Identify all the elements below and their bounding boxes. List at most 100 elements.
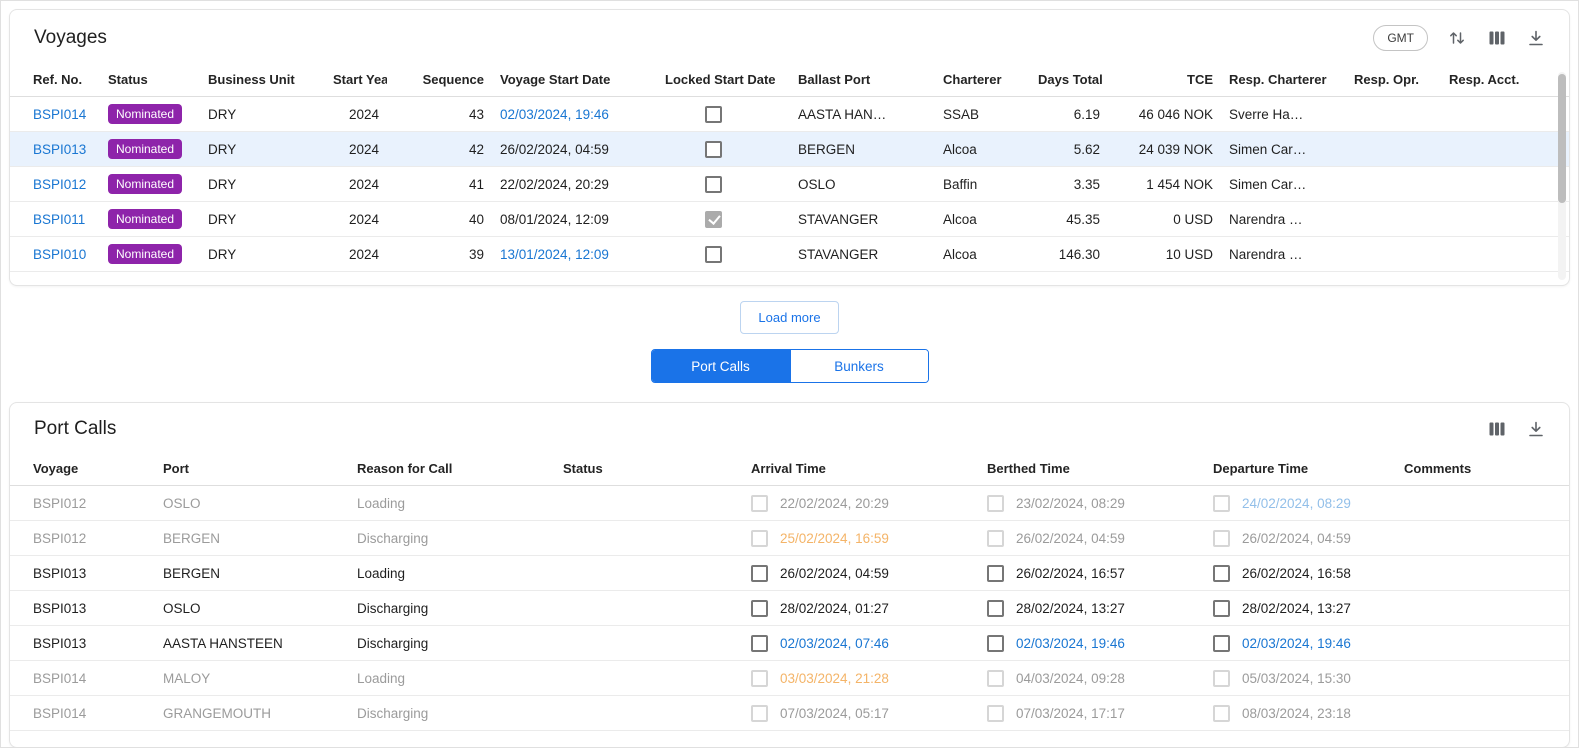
voyages-column-header[interactable]: Charterer	[935, 63, 1030, 97]
voyage-row[interactable]: BSPI014 Nominated DRY 2024 43 02/03/2024…	[10, 97, 1569, 132]
voyages-vertical-scrollbar[interactable]	[1558, 72, 1566, 280]
port-calls-column-header[interactable]: Status	[555, 452, 743, 486]
voyages-column-header[interactable]: Ref. No.	[10, 63, 100, 97]
departure-time[interactable]: 02/03/2024, 19:46	[1242, 636, 1351, 651]
ref-no-link[interactable]: BSPI010	[10, 237, 100, 272]
departure-time[interactable]: 26/02/2024, 04:59	[1242, 531, 1351, 546]
voyages-column-header[interactable]: Voyage Start Date	[492, 63, 657, 97]
departure-time[interactable]: 08/03/2024, 23:18	[1242, 706, 1351, 721]
departure-time-checkbox[interactable]	[1213, 565, 1230, 582]
columns-button[interactable]	[1486, 27, 1508, 49]
arrival-time-checkbox[interactable]	[751, 705, 768, 722]
locked-start-date-checkbox[interactable]	[705, 246, 722, 263]
voyages-column-header[interactable]: Locked Start Date	[657, 63, 790, 97]
arrival-time-checkbox[interactable]	[751, 495, 768, 512]
berthed-time-checkbox[interactable]	[987, 705, 1004, 722]
arrival-time-checkbox[interactable]	[751, 670, 768, 687]
berthed-time[interactable]: 02/03/2024, 19:46	[1016, 636, 1125, 651]
port-calls-column-header[interactable]: Comments	[1396, 452, 1569, 486]
voyages-column-header[interactable]: Resp. Charterer	[1221, 63, 1346, 97]
sort-button[interactable]	[1445, 27, 1469, 49]
locked-start-date-checkbox[interactable]	[705, 211, 722, 228]
departure-time-checkbox[interactable]	[1213, 705, 1230, 722]
arrival-time[interactable]: 28/02/2024, 01:27	[780, 601, 889, 616]
port-call-row[interactable]: BSPI012 BERGEN Discharging 25/02/2024, 1…	[10, 521, 1569, 556]
voyages-column-header[interactable]: Ballast Port	[790, 63, 935, 97]
ref-no-link[interactable]: BSPI014	[10, 97, 100, 132]
arrival-time[interactable]: 26/02/2024, 04:59	[780, 566, 889, 581]
port-calls-column-header[interactable]: Voyage	[10, 452, 155, 486]
berthed-time[interactable]: 26/02/2024, 16:57	[1016, 566, 1125, 581]
voyage-row[interactable]: BSPI011 Nominated DRY 2024 40 08/01/2024…	[10, 202, 1569, 237]
departure-time[interactable]: 05/03/2024, 15:30	[1242, 671, 1351, 686]
port-calls-column-header[interactable]: Arrival Time	[743, 452, 979, 486]
voyages-column-header[interactable]: Resp. Acct.	[1441, 63, 1569, 97]
departure-time-checkbox[interactable]	[1213, 635, 1230, 652]
berthed-time-checkbox[interactable]	[987, 670, 1004, 687]
voyage-start-date[interactable]: 26/02/2024, 04:59	[500, 142, 609, 157]
port-call-row[interactable]: BSPI013 AASTA HANSTEEN Discharging 02/03…	[10, 626, 1569, 661]
voyage-row[interactable]: BSPI012 Nominated DRY 2024 41 22/02/2024…	[10, 167, 1569, 202]
port-calls-column-header[interactable]: Port	[155, 452, 349, 486]
timezone-button[interactable]: GMT	[1373, 25, 1428, 51]
berthed-time[interactable]: 28/02/2024, 13:27	[1016, 601, 1125, 616]
arrival-time[interactable]: 22/02/2024, 20:29	[780, 496, 889, 511]
arrival-time-checkbox[interactable]	[751, 600, 768, 617]
port-call-row[interactable]: BSPI013 BERGEN Loading 26/02/2024, 04:59…	[10, 556, 1569, 591]
download-button[interactable]	[1525, 27, 1547, 49]
berthed-time-checkbox[interactable]	[987, 635, 1004, 652]
arrival-time[interactable]: 25/02/2024, 16:59	[780, 531, 889, 546]
arrival-time-checkbox[interactable]	[751, 530, 768, 547]
tab-bunkers[interactable]: Bunkers	[790, 350, 928, 382]
locked-start-date-checkbox[interactable]	[705, 176, 722, 193]
berthed-time[interactable]: 23/02/2024, 08:29	[1016, 496, 1125, 511]
columns-button[interactable]	[1486, 418, 1508, 440]
voyages-column-header[interactable]: Start Year	[325, 63, 387, 97]
ref-no-link[interactable]: BSPI011	[10, 202, 100, 237]
voyages-column-header[interactable]: Status	[100, 63, 200, 97]
voyage-start-date[interactable]: 22/02/2024, 20:29	[500, 177, 609, 192]
departure-time[interactable]: 26/02/2024, 16:58	[1242, 566, 1351, 581]
voyage-start-date[interactable]: 08/01/2024, 12:09	[500, 212, 609, 227]
port-calls-column-header[interactable]: Departure Time	[1205, 452, 1396, 486]
arrival-time[interactable]: 07/03/2024, 05:17	[780, 706, 889, 721]
voyages-column-header[interactable]: Resp. Opr.	[1346, 63, 1441, 97]
berthed-time[interactable]: 04/03/2024, 09:28	[1016, 671, 1125, 686]
departure-time-checkbox[interactable]	[1213, 530, 1230, 547]
berthed-time[interactable]: 07/03/2024, 17:17	[1016, 706, 1125, 721]
ref-no-link[interactable]: BSPI012	[10, 167, 100, 202]
port-call-row[interactable]: BSPI014 GRANGEMOUTH Discharging 07/03/20…	[10, 696, 1569, 731]
port-calls-column-header[interactable]: Berthed Time	[979, 452, 1205, 486]
departure-time-checkbox[interactable]	[1213, 495, 1230, 512]
berthed-time-checkbox[interactable]	[987, 530, 1004, 547]
download-button[interactable]	[1525, 418, 1547, 440]
port-call-row[interactable]: BSPI013 OSLO Discharging 28/02/2024, 01:…	[10, 591, 1569, 626]
voyages-column-header[interactable]: TCE	[1108, 63, 1221, 97]
port-call-row[interactable]: BSPI012 OSLO Loading 22/02/2024, 20:29 2…	[10, 486, 1569, 521]
voyage-row[interactable]: BSPI013 Nominated DRY 2024 42 26/02/2024…	[10, 132, 1569, 167]
tab-port-calls[interactable]: Port Calls	[652, 350, 790, 382]
departure-time-checkbox[interactable]	[1213, 670, 1230, 687]
scrollbar-thumb[interactable]	[1558, 74, 1566, 203]
voyages-column-header[interactable]: Sequence	[387, 63, 492, 97]
voyage-start-date[interactable]: 02/03/2024, 19:46	[500, 107, 609, 122]
arrival-time-checkbox[interactable]	[751, 635, 768, 652]
locked-start-date-checkbox[interactable]	[705, 141, 722, 158]
voyage-start-date[interactable]: 13/01/2024, 12:09	[500, 247, 609, 262]
arrival-time[interactable]: 03/03/2024, 21:28	[780, 671, 889, 686]
arrival-time-checkbox[interactable]	[751, 565, 768, 582]
berthed-time[interactable]: 26/02/2024, 04:59	[1016, 531, 1125, 546]
locked-start-date-checkbox[interactable]	[705, 106, 722, 123]
berthed-time-checkbox[interactable]	[987, 495, 1004, 512]
voyages-column-header[interactable]: Business Unit	[200, 63, 325, 97]
berthed-time-checkbox[interactable]	[987, 565, 1004, 582]
load-more-button[interactable]: Load more	[740, 301, 838, 334]
arrival-time[interactable]: 02/03/2024, 07:46	[780, 636, 889, 651]
voyages-column-header[interactable]: Days Total	[1030, 63, 1108, 97]
departure-time[interactable]: 28/02/2024, 13:27	[1242, 601, 1351, 616]
port-call-row[interactable]: BSPI014 MALOY Loading 03/03/2024, 21:28 …	[10, 661, 1569, 696]
ref-no-link[interactable]: BSPI013	[10, 132, 100, 167]
departure-time-checkbox[interactable]	[1213, 600, 1230, 617]
departure-time[interactable]: 24/02/2024, 08:29	[1242, 496, 1351, 511]
port-calls-column-header[interactable]: Reason for Call	[349, 452, 555, 486]
